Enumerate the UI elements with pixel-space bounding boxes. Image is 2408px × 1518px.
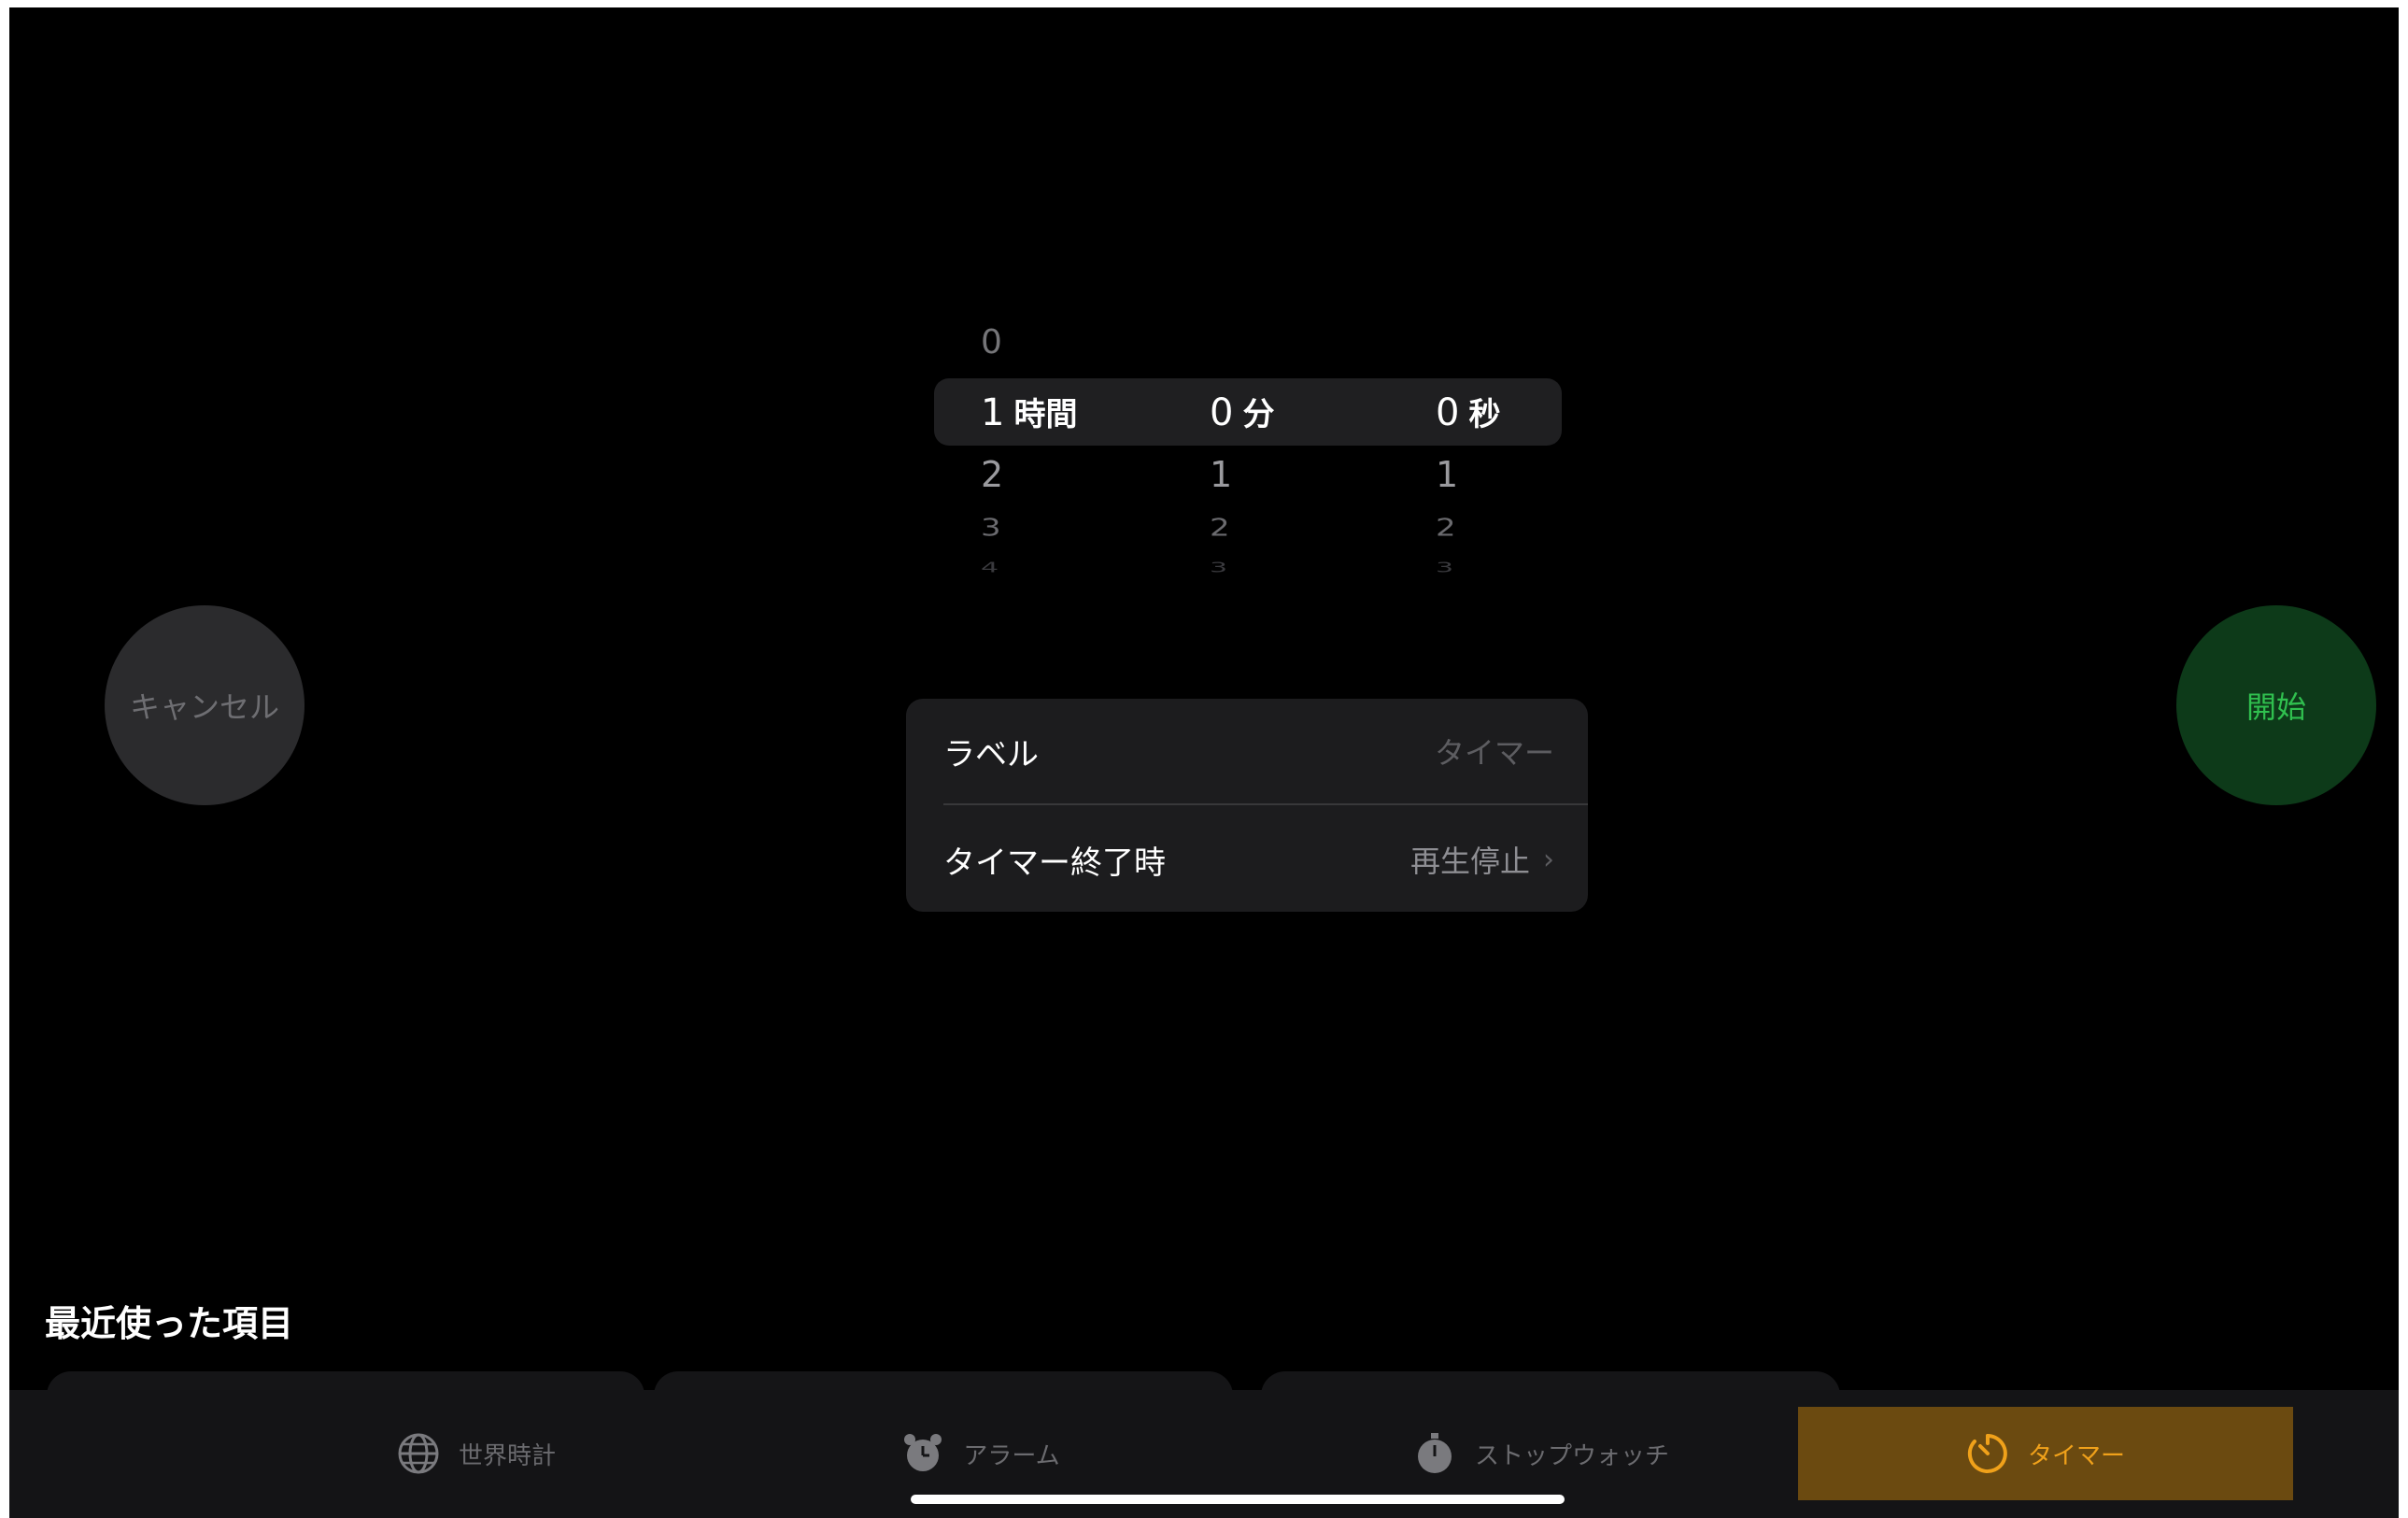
timer-icon <box>1966 1432 2009 1475</box>
hours-wheel[interactable]: 0 1 時間 2 3 4 <box>981 316 1168 605</box>
timer-screen: 0 1 時間 2 3 4 0分 1 2 3 0秒 1 2 3 キャンセル 開始 ラ… <box>9 7 2399 1518</box>
home-indicator[interactable] <box>911 1495 1565 1504</box>
tab-world-clock[interactable]: 世界時計 <box>290 1407 663 1500</box>
stopwatch-icon <box>1413 1432 1456 1475</box>
minutes-unit: 分 <box>1242 396 1275 433</box>
hours-option-below-2[interactable]: 3 <box>981 514 1001 542</box>
tab-stopwatch-label: ストップウォッチ <box>1474 1441 1669 1470</box>
minutes-selected[interactable]: 0分 <box>1210 389 1274 434</box>
seconds-option-below-2[interactable]: 2 <box>1436 514 1456 542</box>
minutes-wheel[interactable]: 0分 1 2 3 <box>1210 316 1396 605</box>
tab-alarm[interactable]: アラーム <box>794 1407 1168 1500</box>
hours-option-above[interactable]: 0 <box>981 323 1002 362</box>
label-row[interactable]: ラベル タイマー <box>906 699 1588 803</box>
globe-icon <box>397 1432 440 1475</box>
hours-option-below-3[interactable]: 4 <box>981 560 999 576</box>
timer-duration-picker[interactable]: 0 1 時間 2 3 4 0分 1 2 3 0秒 1 2 3 <box>934 316 1569 605</box>
tab-stopwatch[interactable]: ストップウォッチ <box>1317 1407 1765 1500</box>
minutes-option-below-3[interactable]: 3 <box>1210 560 1227 576</box>
seconds-wheel[interactable]: 0秒 1 2 3 <box>1436 316 1622 605</box>
label-input[interactable]: タイマー <box>1435 730 1554 773</box>
cancel-button[interactable]: キャンセル <box>105 605 305 805</box>
alarm-clock-icon <box>901 1432 944 1475</box>
settings-divider <box>943 803 1588 805</box>
when-timer-ends-value: 再生停止 <box>1409 844 1530 879</box>
hours-unit: 時間 <box>1013 396 1078 433</box>
seconds-selected[interactable]: 0秒 <box>1436 389 1500 434</box>
seconds-value: 0 <box>1436 391 1460 434</box>
when-timer-ends-row[interactable]: タイマー終了時 再生停止 › <box>906 807 1588 912</box>
seconds-unit: 秒 <box>1468 396 1501 433</box>
seconds-option-below-1[interactable]: 1 <box>1436 454 1458 495</box>
tab-timer-label: タイマー <box>2027 1441 2125 1470</box>
minutes-value: 0 <box>1210 391 1234 434</box>
recents-heading: 最近使った項目 <box>45 1303 294 1344</box>
minutes-option-below-1[interactable]: 1 <box>1210 454 1232 495</box>
hours-value: 1 <box>981 391 1005 434</box>
timer-settings-card: ラベル タイマー タイマー終了時 再生停止 › <box>906 699 1588 912</box>
cancel-button-label: キャンセル <box>129 689 279 725</box>
tab-timer[interactable]: タイマー <box>1798 1407 2293 1500</box>
when-timer-ends-title: タイマー終了時 <box>943 844 1166 882</box>
tab-alarm-label: アラーム <box>963 1441 1060 1470</box>
seconds-option-below-3[interactable]: 3 <box>1436 560 1453 576</box>
start-button[interactable]: 開始 <box>2176 605 2376 805</box>
tab-world-clock-label: 世界時計 <box>458 1441 556 1470</box>
hours-selected[interactable]: 1 時間 <box>981 389 1077 434</box>
chevron-right-icon: › <box>1543 843 1554 876</box>
start-button-label: 開始 <box>2245 689 2306 725</box>
minutes-option-below-2[interactable]: 2 <box>1210 514 1230 542</box>
hours-option-below-1[interactable]: 2 <box>981 454 1003 495</box>
when-timer-ends-value-group: 再生停止 › <box>1410 838 1554 881</box>
label-row-title: ラベル <box>943 735 1039 773</box>
